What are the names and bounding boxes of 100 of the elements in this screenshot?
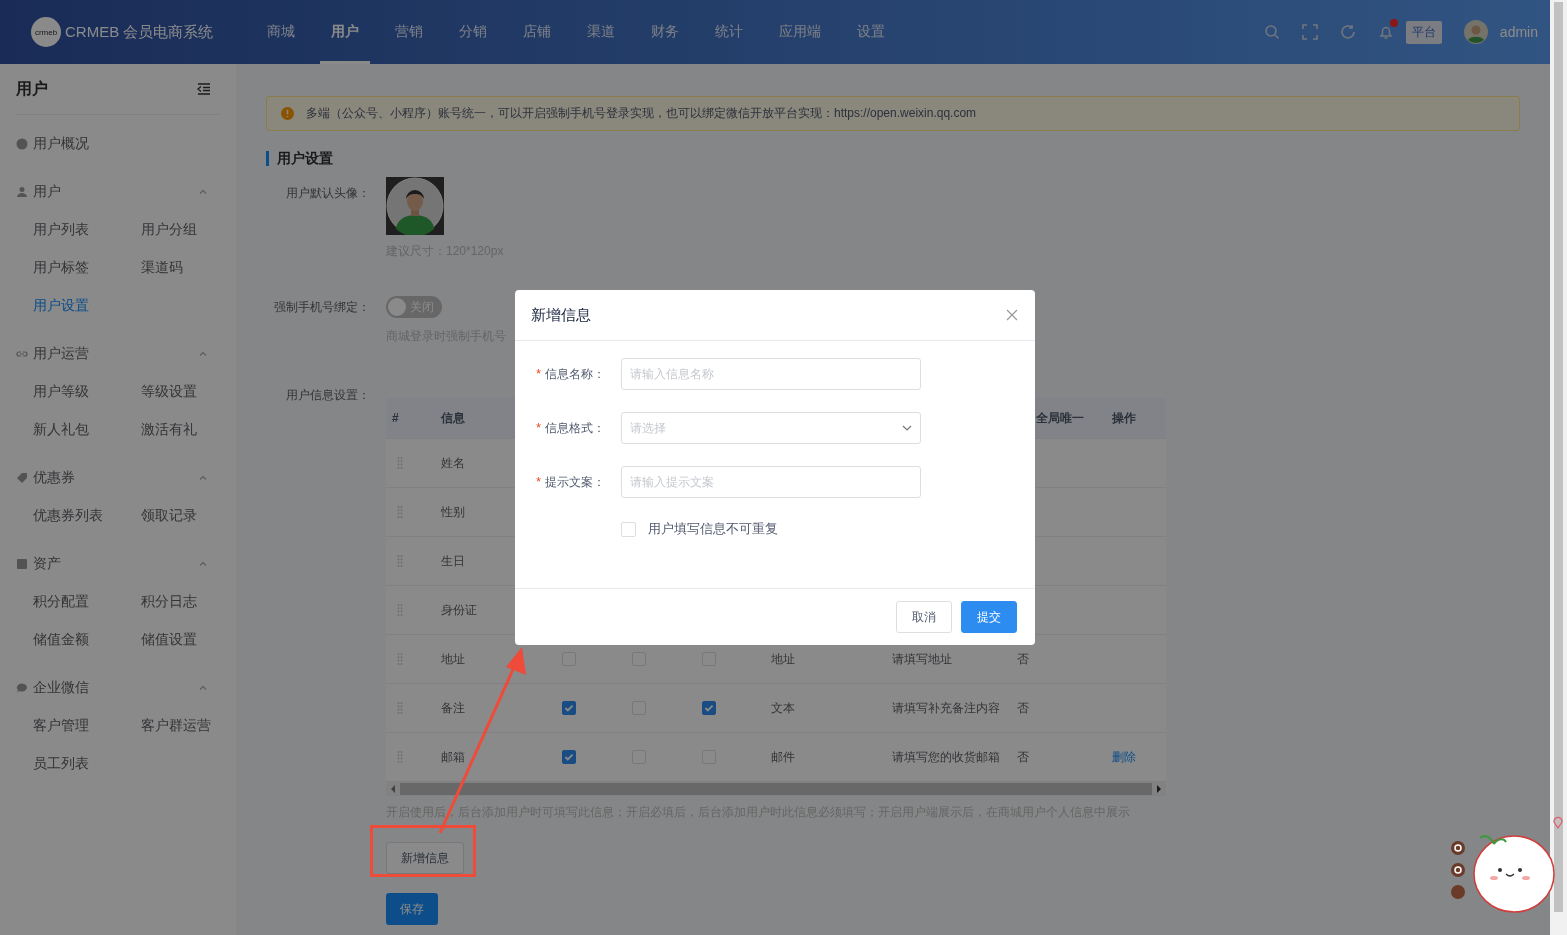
- nav-tab[interactable]: 商城: [256, 0, 306, 64]
- scroll-left-icon[interactable]: [390, 785, 396, 793]
- table-cell-text: 邮箱: [440, 748, 466, 766]
- table-cell: 请填写您的收货邮箱: [892, 748, 1000, 766]
- sidebar-item[interactable]: 客户管理: [33, 707, 141, 745]
- sidebar-item[interactable]: 领取记录: [141, 497, 249, 535]
- table-cell: 否: [1017, 699, 1029, 717]
- platform-badge[interactable]: 平台: [1405, 20, 1442, 44]
- table-cell-text: 性别: [440, 503, 466, 521]
- brand-name: CRMEB 会员电商系统: [65, 22, 214, 42]
- sidebar-item[interactable]: 储值金额: [33, 621, 141, 659]
- checkbox[interactable]: [702, 701, 716, 715]
- avatar-image-drawing[interactable]: [386, 177, 444, 235]
- fullscreen-icon[interactable]: [1301, 24, 1318, 40]
- nav-tab[interactable]: 财务: [640, 0, 690, 64]
- drag-handle-icon[interactable]: [397, 603, 403, 617]
- sidebar-group[interactable]: 企业微信: [16, 669, 220, 707]
- drag-handle-icon[interactable]: [397, 701, 403, 715]
- field-label: 用户信息设置：: [285, 387, 370, 404]
- table-cell-text: 地址: [440, 650, 466, 668]
- nav-tab[interactable]: 用户: [320, 0, 370, 64]
- nav-tab[interactable]: 统计: [704, 0, 754, 64]
- checkbox[interactable]: [562, 701, 576, 715]
- drag-handle-icon[interactable]: [397, 554, 403, 568]
- sidebar-item[interactable]: 积分日志: [141, 583, 249, 621]
- logo-mark: crmeb: [31, 17, 61, 47]
- scroll-right-icon[interactable]: [1156, 785, 1162, 793]
- field-label: * 信息名称：: [535, 365, 606, 383]
- nav-tab[interactable]: 分销: [448, 0, 498, 64]
- drag-handle-icon[interactable]: [397, 750, 403, 764]
- nav-tab[interactable]: 营销: [384, 0, 434, 64]
- sidebar-item[interactable]: 储值设置: [141, 621, 249, 659]
- horizontal-scrollbar[interactable]: [386, 782, 1166, 796]
- table-cell-text: 生日: [440, 552, 466, 570]
- table-cell: 否: [1017, 748, 1029, 766]
- check-icon: [563, 702, 575, 714]
- save-button[interactable]: 保存: [386, 893, 438, 925]
- field-label: 用户默认头像：: [285, 185, 370, 202]
- user-avatar-icon[interactable]: [1463, 20, 1488, 44]
- table-cell-text: 身份证: [440, 601, 478, 619]
- drag-handle-icon[interactable]: [397, 652, 403, 666]
- drag-handle-icon[interactable]: [397, 505, 403, 519]
- sidebar-item[interactable]: 优惠券列表: [33, 497, 141, 535]
- table-cell: 否: [1017, 650, 1029, 668]
- table-cell: 请填写补充备注内容: [892, 699, 1000, 717]
- column-header: #: [391, 411, 400, 425]
- column-header: 全局唯一: [1035, 409, 1085, 427]
- sidebar-item[interactable]: 用户设置: [33, 287, 141, 325]
- chevron-down-icon: [902, 425, 912, 431]
- nav-tab[interactable]: 应用端: [768, 0, 832, 64]
- table-cell-text: 姓名: [440, 454, 466, 472]
- search-icon[interactable]: [1263, 24, 1280, 40]
- nav-tab[interactable]: 渠道: [576, 0, 626, 64]
- sidebar-item[interactable]: 员工列表: [33, 745, 141, 783]
- checkbox-label[interactable]: 用户填写信息不可重复: [648, 520, 778, 538]
- sidebar-item[interactable]: 用户等级: [33, 373, 141, 411]
- nav-tab[interactable]: 设置: [846, 0, 896, 64]
- dialog-title: 新增信息: [531, 305, 591, 325]
- menu-collapse-icon[interactable]: [196, 81, 212, 97]
- add-info-button[interactable]: 新增信息: [386, 842, 464, 874]
- table-cell: 文本: [771, 699, 795, 717]
- column-header: 信息: [439, 409, 466, 427]
- sidebar-item[interactable]: 用户标签: [33, 249, 141, 287]
- sidebar-group[interactable]: 优惠券: [16, 459, 220, 497]
- sidebar-item[interactable]: 等级设置: [141, 373, 249, 411]
- cancel-button[interactable]: 取消: [896, 601, 952, 633]
- sidebar-item[interactable]: 渠道码: [141, 249, 249, 287]
- bell-icon[interactable]: [1377, 24, 1394, 40]
- sidebar-item[interactable]: 客户群运营: [141, 707, 249, 745]
- drag-handle-icon[interactable]: [397, 456, 403, 470]
- column-header: 操作: [1111, 409, 1137, 427]
- sidebar-item[interactable]: 用户分组: [141, 211, 249, 249]
- nav-tab[interactable]: 店铺: [512, 0, 562, 64]
- checkbox[interactable]: [562, 750, 576, 764]
- sidebar-group[interactable]: 用户: [16, 173, 220, 211]
- check-icon: [563, 751, 575, 763]
- table-cell: 地址: [771, 650, 795, 668]
- sidebar-group[interactable]: 用户概况: [16, 125, 220, 163]
- submit-button[interactable]: 提交: [961, 601, 1017, 633]
- sidebar-title: 用户: [16, 78, 48, 99]
- sidebar-item[interactable]: 激活有礼: [141, 411, 249, 449]
- table-cell: 邮件: [771, 748, 795, 766]
- sidebar-group[interactable]: 资产: [16, 545, 220, 583]
- sidebar-group[interactable]: 用户运营: [16, 335, 220, 373]
- sidebar-item[interactable]: 积分配置: [33, 583, 141, 621]
- check-icon: [703, 702, 715, 714]
- username[interactable]: admin: [1499, 24, 1538, 40]
- field-label: 强制手机号绑定：: [273, 299, 370, 316]
- field-label: * 信息格式：: [535, 419, 606, 437]
- close-icon[interactable]: [1006, 309, 1018, 321]
- warning-icon: [281, 107, 294, 120]
- field-label: * 提示文案：: [535, 473, 606, 491]
- section-title: 用户设置: [266, 151, 1520, 166]
- refresh-icon[interactable]: [1339, 24, 1356, 40]
- table-cell: 请填写地址: [892, 650, 952, 668]
- page-scrollbar[interactable]: [1550, 0, 1567, 935]
- table-cell-text: 备注: [440, 699, 466, 717]
- sidebar-item[interactable]: 新人礼包: [33, 411, 141, 449]
- sidebar-item[interactable]: 用户列表: [33, 211, 141, 249]
- delete-link[interactable]: 删除: [1112, 748, 1136, 766]
